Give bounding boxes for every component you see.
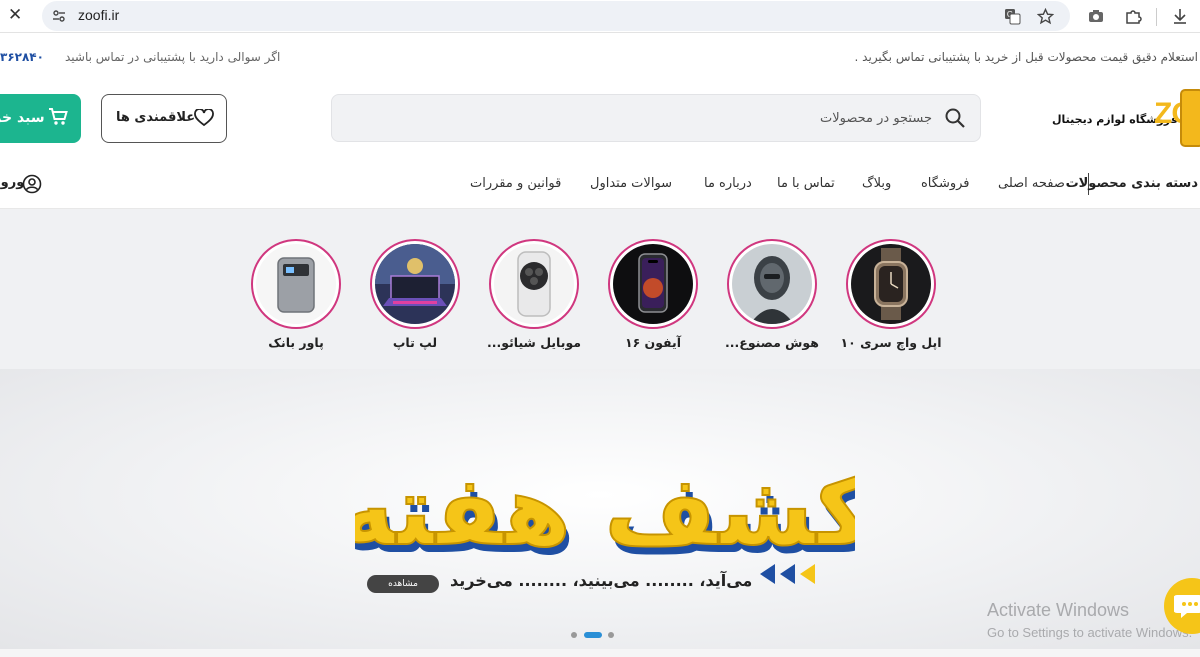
cart-icon	[49, 108, 68, 125]
story-item-ai[interactable]: هوش مصنوع...	[725, 239, 819, 351]
site-logo[interactable]: فروشگاه لوازم دیجیتال ZOO	[1050, 89, 1200, 149]
windows-watermark-title: Activate Windows	[987, 600, 1130, 620]
close-icon[interactable]: ✕	[8, 6, 24, 24]
site-settings-icon[interactable]	[52, 9, 66, 23]
logo-phone-icon	[1180, 89, 1200, 147]
story-label: پاور بانک	[268, 335, 324, 350]
download-icon[interactable]	[1171, 7, 1189, 25]
top-info-bar: ۳۶۲۸۴۰ اگر سوالی دارید با پشتیبانی در تم…	[0, 33, 1200, 81]
chat-bubble-icon	[1174, 595, 1200, 618]
nav-item-home[interactable]: صفحه اصلی	[998, 176, 1065, 191]
story-item-apple-watch[interactable]: اپل واچ سری ۱۰	[840, 239, 942, 351]
cart-label: سبد خرید	[0, 110, 45, 126]
search-box[interactable]	[331, 94, 981, 142]
watch-icon	[851, 244, 931, 324]
nav-item-about[interactable]: درباره ما	[704, 176, 752, 191]
slider-dot-active[interactable]	[584, 632, 602, 638]
story-ring	[608, 239, 698, 329]
story-item-iphone[interactable]: آیفون ۱۶	[608, 239, 698, 351]
browser-toolbar: ✕ zoofi.ir G	[0, 0, 1200, 33]
support-message: اگر سوالی دارید با پشتیبانی در تماس باشی…	[65, 50, 281, 64]
slider-dot[interactable]	[571, 632, 577, 638]
main-nav: ورود قوانین و مقررات سوالات متداول دربار…	[0, 161, 1200, 209]
bottom-strip	[0, 649, 1200, 657]
story-item-xiaomi[interactable]: موبایل شیائو...	[487, 239, 581, 351]
nav-categories[interactable]: دسته بندی محصولات	[1066, 176, 1198, 191]
extensions-icon[interactable]	[1124, 7, 1142, 25]
nav-item-rules[interactable]: قوانین و مقررات	[470, 176, 561, 191]
nav-item-shop[interactable]: فروشگاه	[921, 176, 970, 191]
story-label: اپل واچ سری ۱۰	[840, 335, 942, 350]
translate-icon[interactable]: G	[1004, 8, 1021, 25]
story-label: آیفون ۱۶	[624, 335, 682, 350]
login-link[interactable]: ورود	[0, 175, 24, 190]
story-ring	[489, 239, 579, 329]
story-item-power-bank[interactable]: پاور بانک	[251, 239, 341, 351]
nav-item-faq[interactable]: سوالات متداول	[590, 176, 672, 191]
price-notice: استعلام دقیق قیمت محصولات قبل از خرید با…	[854, 50, 1198, 64]
category-stories: اپل واچ سری ۱۰ هوش مصنوع... آیفون ۱۶ موب…	[0, 209, 1200, 369]
power-bank-icon	[256, 244, 336, 324]
wishlist-label: علاقمندی ها	[116, 110, 196, 125]
banner-headline: کشف هفته	[355, 455, 855, 567]
hero-banner[interactable]: کشف هفته کشف هفته می‌آید، ........ می‌بی…	[0, 369, 1200, 649]
star-icon[interactable]	[1037, 8, 1054, 25]
story-item-laptop[interactable]: لپ تاپ	[370, 239, 460, 351]
banner-view-button[interactable]: مشاهده	[367, 575, 439, 593]
windows-watermark-subtitle: Go to Settings to activate Windows.	[987, 625, 1193, 640]
support-phone[interactable]: ۳۶۲۸۴۰	[0, 50, 44, 64]
wishlist-button[interactable]: علاقمندی ها	[101, 94, 227, 143]
camera-icon[interactable]	[1087, 7, 1105, 25]
url-text[interactable]: zoofi.ir	[78, 7, 119, 23]
address-bar[interactable]: zoofi.ir G	[42, 1, 1070, 31]
cart-button[interactable]: سبد خرید	[0, 94, 81, 143]
slider-dot[interactable]	[608, 632, 614, 638]
user-icon[interactable]	[22, 174, 42, 194]
story-ring	[370, 239, 460, 329]
nav-item-contact[interactable]: تماس با ما	[777, 176, 835, 191]
banner-tagline: می‌آید، ........ می‌بینید، ........ می‌خ…	[450, 571, 753, 590]
iphone-icon	[613, 244, 693, 324]
robot-icon	[732, 244, 812, 324]
slider-dots	[571, 631, 621, 639]
site-header: سبد خرید علاقمندی ها فروشگاه لوازم دیجیت…	[0, 81, 1200, 161]
search-icon[interactable]	[944, 107, 966, 129]
search-input[interactable]	[342, 105, 932, 131]
heart-icon	[194, 109, 214, 127]
story-label: موبایل شیائو...	[486, 335, 582, 350]
xiaomi-phone-icon	[494, 244, 574, 324]
laptop-icon	[375, 244, 455, 324]
story-ring	[727, 239, 817, 329]
story-label: هوش مصنوع...	[725, 335, 819, 350]
story-label: لپ تاپ	[392, 335, 438, 350]
toolbar-divider	[1156, 8, 1157, 26]
story-ring	[846, 239, 936, 329]
nav-item-blog[interactable]: وبلاگ	[862, 176, 891, 191]
story-ring	[251, 239, 341, 329]
